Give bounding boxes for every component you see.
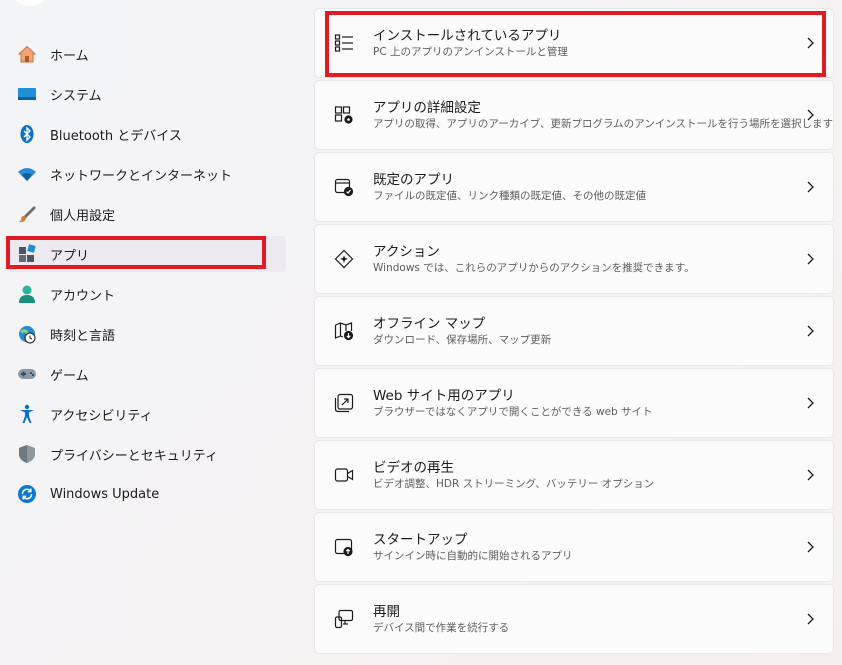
sidebar-item-label: ゲーム (50, 368, 89, 384)
card-title: アプリの詳細設定 (372, 99, 481, 116)
home-icon (16, 43, 38, 65)
chevron-right-icon (807, 397, 814, 409)
apps-icon (16, 243, 38, 265)
card-subtitle: ブラウザーではなくアプリで開くことができる web サイト (373, 405, 653, 418)
gamepad-icon (16, 363, 38, 385)
chevron-right-icon (807, 109, 814, 121)
avatar[interactable] (10, 0, 50, 6)
card-subtitle: ダウンロード、保存場所、マップ更新 (373, 333, 552, 346)
sidebar-item-accounts[interactable]: アカウント (8, 276, 286, 312)
card-advanced-app-settings[interactable]: アプリの詳細設定 アプリの取得、アプリのアーカイブ、更新プログラムのアンインスト… (314, 80, 834, 150)
sidebar-item-label: ホーム (50, 48, 89, 64)
sidebar-item-accessibility[interactable]: アクセシビリティ (8, 396, 286, 432)
shield-icon (16, 443, 38, 465)
card-subtitle: PC 上のアプリのアンインストールと管理 (373, 45, 568, 58)
card-apps-for-websites[interactable]: Web サイト用のアプリ ブラウザーではなくアプリで開くことができる web サ… (314, 368, 834, 438)
offline-maps-icon (333, 320, 355, 342)
card-subtitle: ファイルの既定値、リンク種類の既定値、その他の既定値 (373, 189, 646, 202)
sidebar-item-time-language[interactable]: 時刻と言語 (8, 316, 286, 352)
card-installed-apps[interactable]: インストールされているアプリ PC 上のアプリのアンインストールと管理 (314, 8, 834, 78)
brush-icon (16, 203, 38, 225)
card-subtitle: Windows では、これらのアプリからのアクションを推奨できます。 (373, 261, 695, 274)
video-playback-icon (333, 464, 355, 486)
card-actions[interactable]: アクション Windows では、これらのアプリからのアクションを推奨できます。 (314, 224, 834, 294)
card-subtitle: デバイス間で作業を続行する (373, 621, 510, 634)
card-startup[interactable]: スタートアップ サインイン時に自動的に開始されるアプリ (314, 512, 834, 582)
actions-icon (333, 248, 355, 270)
accessibility-icon (16, 403, 38, 425)
card-title: スタートアップ (373, 531, 468, 548)
sidebar-item-label: アクセシビリティ (50, 408, 153, 424)
account-icon (16, 283, 38, 305)
chevron-right-icon (807, 469, 814, 481)
sidebar-item-gaming[interactable]: ゲーム (8, 356, 286, 392)
sidebar-item-personalization[interactable]: 個人用設定 (8, 196, 286, 232)
chevron-right-icon (807, 613, 814, 625)
sidebar-item-bluetooth[interactable]: Bluetooth とデバイス (8, 116, 286, 152)
card-default-apps[interactable]: 既定のアプリ ファイルの既定値、リンク種類の既定値、その他の既定値 (314, 152, 834, 222)
windows-update-icon (16, 483, 38, 505)
card-subtitle: サインイン時に自動的に開始されるアプリ (373, 549, 573, 562)
chevron-right-icon (807, 181, 814, 193)
sidebar-item-label: ネットワークとインターネット (50, 168, 233, 184)
apps-for-websites-icon (333, 392, 355, 414)
chevron-right-icon (807, 37, 814, 49)
resume-icon (333, 608, 355, 630)
sidebar-item-label: システム (50, 88, 102, 104)
card-resume[interactable]: 再開 デバイス間で作業を続行する (314, 584, 834, 654)
installed-apps-icon (333, 32, 355, 54)
chevron-right-icon (807, 253, 814, 265)
card-title: Web サイト用のアプリ (373, 387, 515, 404)
card-title: ビデオの再生 (373, 459, 454, 476)
card-title: アクション (373, 243, 440, 260)
sidebar-item-system[interactable]: システム (8, 76, 286, 112)
system-display-icon (16, 83, 38, 105)
card-title: 再開 (373, 603, 400, 620)
sidebar-item-label: 個人用設定 (50, 208, 116, 224)
card-title: オフライン マップ (373, 315, 486, 332)
sidebar-item-apps[interactable]: アプリ (8, 236, 286, 272)
card-title: 既定のアプリ (373, 171, 454, 188)
card-video-playback[interactable]: ビデオの再生 ビデオ調整、HDR ストリーミング、バッテリー オプション (314, 440, 834, 510)
sidebar-item-label: Bluetooth とデバイス (50, 128, 182, 144)
sidebar-item-label: アプリ (50, 248, 90, 264)
chevron-right-icon (807, 325, 814, 337)
default-apps-icon (333, 176, 355, 198)
sidebar-item-network[interactable]: ネットワークとインターネット (8, 156, 286, 192)
card-title: インストールされているアプリ (373, 27, 562, 44)
card-subtitle: ビデオ調整、HDR ストリーミング、バッテリー オプション (373, 477, 655, 490)
chevron-right-icon (807, 541, 814, 553)
advanced-app-settings-icon (333, 104, 355, 126)
startup-icon (333, 536, 355, 558)
sidebar-item-privacy-security[interactable]: プライバシーとセキュリティ (8, 436, 286, 472)
time-language-icon (16, 323, 38, 345)
card-offline-maps[interactable]: オフライン マップ ダウンロード、保存場所、マップ更新 (314, 296, 834, 366)
sidebar-item-label: 時刻と言語 (50, 328, 116, 344)
wifi-icon (16, 163, 38, 185)
sidebar-item-label: プライバシーとセキュリティ (50, 448, 218, 464)
sidebar-item-home[interactable]: ホーム (8, 36, 286, 72)
sidebar-item-label: Windows Update (50, 486, 160, 502)
bluetooth-icon (16, 123, 38, 145)
sidebar-item-label: アカウント (50, 288, 116, 304)
sidebar-item-windows-update[interactable]: Windows Update (8, 476, 286, 512)
card-subtitle: アプリの取得、アプリのアーカイブ、更新プログラムのアンインストールを行う場所を選… (372, 117, 833, 130)
